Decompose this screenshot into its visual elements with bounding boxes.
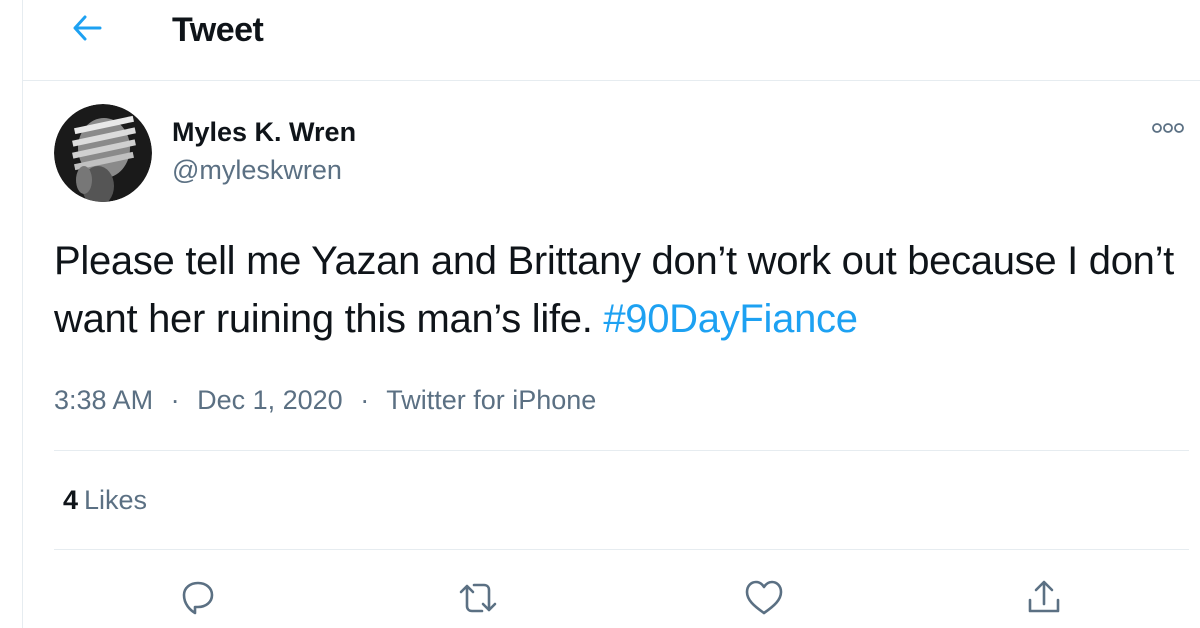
more-options-button[interactable] [1148,118,1188,142]
tweet-text: Please tell me Yazan and Brittany don’t … [54,232,1194,348]
like-button[interactable] [740,576,788,624]
avatar[interactable] [54,104,152,202]
divider [54,549,1189,550]
heart-icon [743,578,785,623]
tweet-time[interactable]: 3:38 AM [54,385,153,415]
tweet-date[interactable]: Dec 1, 2020 [197,385,343,415]
share-icon [1024,578,1064,623]
retweet-icon [456,578,500,623]
tweet-page: Tweet Myles K. Wren @myleskwren Please t… [0,0,1200,628]
meta-separator: · [170,385,180,415]
tweet-source[interactable]: Twitter for iPhone [386,385,596,415]
reply-button[interactable] [174,576,222,624]
author-handle[interactable]: @myleskwren [172,153,342,187]
retweet-button[interactable] [454,576,502,624]
page-header: Tweet [23,0,1200,81]
tweet-metadata: 3:38 AM · Dec 1, 2020 · Twitter for iPho… [54,382,596,418]
column-border [22,0,23,628]
likes-stat[interactable]: 4 Likes [63,482,147,518]
page-title: Tweet [172,11,264,49]
more-options-icon [1151,121,1185,139]
likes-count: 4 [63,485,79,515]
divider [54,450,1189,451]
likes-label: Likes [84,485,148,515]
share-button[interactable] [1020,576,1068,624]
reply-icon [178,578,218,623]
meta-separator: · [360,385,370,415]
hashtag-link[interactable]: #90DayFiance [603,297,858,341]
back-button[interactable] [65,8,109,52]
author-display-name[interactable]: Myles K. Wren [172,115,356,149]
arrow-left-icon [71,14,103,47]
